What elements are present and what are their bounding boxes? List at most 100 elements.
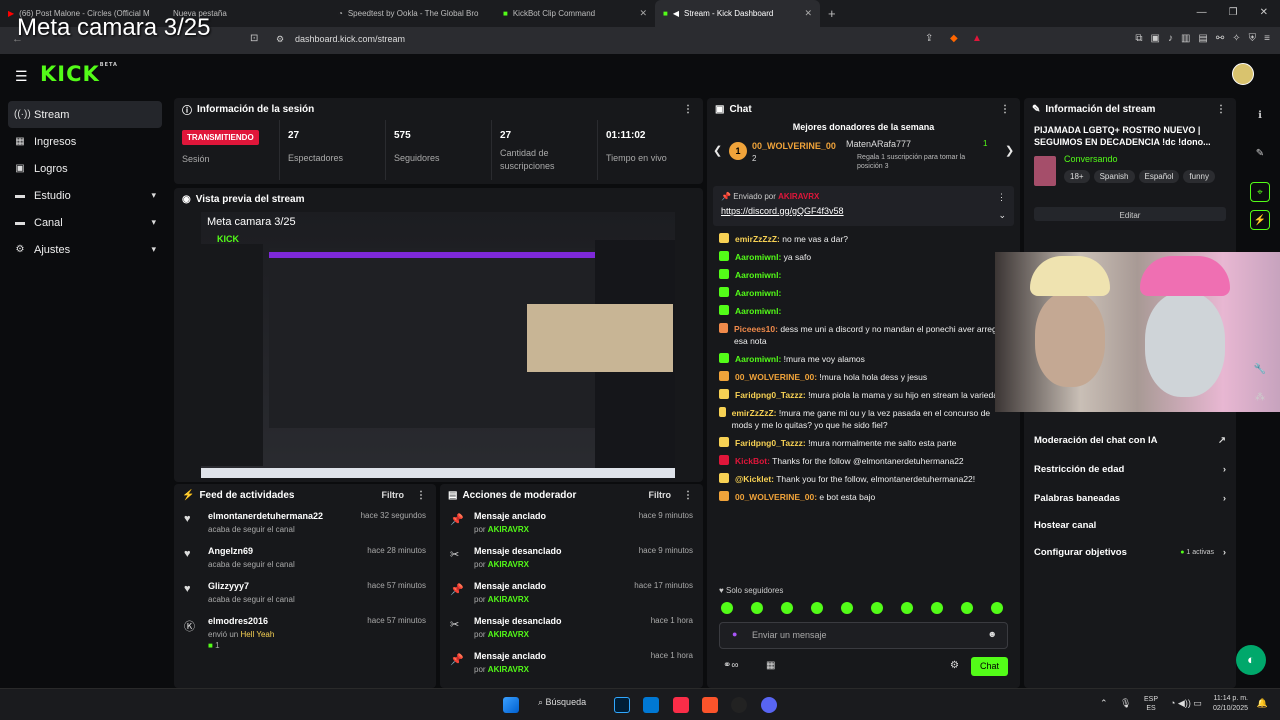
share-node-icon[interactable]: ⁂: [1250, 388, 1270, 408]
help-chat-icon[interactable]: ◐: [1236, 645, 1266, 675]
sidebar-icon[interactable]: ▥: [1181, 33, 1190, 44]
sidebar-item-stream[interactable]: ((·)) Stream: [8, 101, 162, 128]
chat-username[interactable]: emirZzZzZ:: [732, 408, 777, 418]
chat-username[interactable]: 00_WOLVERINE_00:: [735, 372, 817, 382]
brave-icon[interactable]: [702, 697, 718, 713]
screenshot-icon[interactable]: ▣: [1151, 33, 1160, 44]
brave-shield-icon[interactable]: ◆: [950, 33, 958, 44]
menu-icon[interactable]: ≡: [1264, 33, 1270, 44]
info-icon[interactable]: ℹ: [1250, 106, 1270, 126]
sidebar-item-logros[interactable]: ▣ Logros: [0, 155, 170, 182]
sidebar-item-canal[interactable]: ▬ Canal ▾: [0, 209, 170, 236]
minimize-icon[interactable]: —: [1197, 7, 1207, 18]
sidebar-item-estudio[interactable]: ▬ Estudio ▾: [0, 182, 170, 209]
url-field[interactable]: dashboard.kick.com/stream: [295, 34, 405, 44]
obs-icon[interactable]: [731, 697, 747, 713]
tab-speedtest[interactable]: ◔ Speedtest by Ookla - The Global Bro: [330, 0, 495, 27]
wifi-icon[interactable]: ◔ ◀)) ▭: [1170, 698, 1202, 709]
discord-icon[interactable]: [761, 697, 777, 713]
sync-icon[interactable]: ⚯: [1216, 33, 1224, 44]
edit-button[interactable]: Editar: [1034, 207, 1226, 221]
age-restriction-item[interactable]: Restricción de edad ›: [1024, 455, 1236, 484]
wallet-icon[interactable]: ▤: [1198, 33, 1207, 44]
notification-icon[interactable]: 🔔: [1257, 698, 1268, 709]
puzzle-icon[interactable]: ⧉: [1135, 33, 1142, 44]
emote-icon[interactable]: [901, 602, 913, 614]
language-indicator[interactable]: ESP ES: [1144, 695, 1158, 713]
store-icon[interactable]: ▦: [766, 660, 775, 671]
hamburger-icon[interactable]: ☰: [15, 68, 28, 85]
chevron-down-icon[interactable]: ⌄: [998, 210, 1006, 221]
more-icon[interactable]: ⋮: [683, 104, 693, 115]
wrench-icon[interactable]: 🔧: [1250, 360, 1270, 380]
lightning-icon[interactable]: ⚡: [1250, 210, 1270, 230]
taskbar-search[interactable]: ⌕ Búsqueda: [538, 697, 586, 708]
tab-kick-dashboard[interactable]: ■ ◀ Stream - Kick Dashboard ✕: [655, 0, 820, 27]
gear-icon[interactable]: ⚙: [950, 660, 959, 671]
sidebar-item-ingresos[interactable]: ▦ Ingresos: [0, 128, 170, 155]
windows-start-icon[interactable]: [503, 697, 519, 713]
filter-button[interactable]: Filtro: [649, 490, 672, 500]
category-name[interactable]: Conversando: [1064, 154, 1236, 164]
emote-icon[interactable]: [991, 602, 1003, 614]
chat-username[interactable]: Aaromiwnl:: [735, 306, 781, 316]
chat-input[interactable]: ● Enviar un mensaje ☻: [719, 622, 1008, 649]
mic-icon[interactable]: ●: [732, 629, 737, 639]
clock[interactable]: 11:14 p. m. 02/10/2025: [1213, 694, 1248, 714]
chat-username[interactable]: Faridpng0_Tazzz:: [735, 438, 806, 448]
chat-username[interactable]: Aaromiwnl:: [735, 354, 781, 364]
pinned-link[interactable]: https://discord.gg/gQGF4f3v58: [721, 206, 1006, 216]
donor-2-name[interactable]: MatenARafa777: [846, 139, 911, 149]
pencil-icon[interactable]: ✎: [1250, 144, 1270, 164]
more-icon[interactable]: ⋮: [683, 490, 693, 501]
banned-words-item[interactable]: Palabras baneadas ›: [1024, 484, 1236, 513]
chat-username[interactable]: Aaromiwnl:: [735, 288, 781, 298]
new-tab-button[interactable]: +: [820, 0, 844, 27]
ai-moderation-item[interactable]: Moderación del chat con IA ↗: [1024, 426, 1236, 455]
emote-icon[interactable]: [721, 602, 733, 614]
sidebar-item-ajustes[interactable]: ⚙ Ajustes ▾: [0, 236, 170, 263]
chat-username[interactable]: emirZzZzZ:: [735, 234, 780, 244]
chevron-up-icon[interactable]: ⌃: [1100, 698, 1108, 709]
bookmark-icon[interactable]: ⊡: [250, 33, 258, 44]
ai-icon[interactable]: ✧: [1232, 33, 1240, 44]
close-window-icon[interactable]: ✕: [1260, 7, 1268, 18]
chat-username[interactable]: Piceees10:: [734, 324, 778, 334]
target-icon[interactable]: ⌖: [1250, 182, 1270, 202]
maximize-icon[interactable]: ❐: [1229, 7, 1238, 18]
chat-username[interactable]: 00_WOLVERINE_00:: [735, 492, 817, 502]
site-info-icon[interactable]: ⚙: [276, 34, 284, 45]
mic-tray-icon[interactable]: 🎙: [1120, 698, 1131, 709]
close-icon[interactable]: ✕: [804, 8, 812, 19]
close-icon[interactable]: ✕: [639, 8, 647, 19]
more-icon[interactable]: ⋮: [416, 490, 426, 501]
tab-kickbot[interactable]: ■ KickBot Clip Command ✕: [495, 0, 655, 27]
share-icon[interactable]: ⇪: [925, 33, 933, 44]
music-app-icon[interactable]: [673, 697, 689, 713]
emote-icon[interactable]: [841, 602, 853, 614]
music-icon[interactable]: ♪: [1168, 33, 1173, 44]
send-chat-button[interactable]: Chat: [971, 657, 1008, 676]
emote-icon[interactable]: [871, 602, 883, 614]
goals-item[interactable]: Configurar objetivos ● 1 activas ›: [1024, 538, 1236, 567]
emote-icon[interactable]: [931, 602, 943, 614]
stream-preview-video[interactable]: Meta camara 3/25 KICK: [201, 212, 675, 478]
vpn-icon[interactable]: ⛨: [1249, 33, 1257, 44]
chevron-left-icon[interactable]: ❮: [713, 144, 722, 157]
emote-icon[interactable]: [781, 602, 793, 614]
emote-icon[interactable]: [811, 602, 823, 614]
more-icon[interactable]: ⋮: [1000, 104, 1010, 115]
more-icon[interactable]: ⋮: [997, 192, 1006, 203]
brave-rewards-icon[interactable]: ▲: [972, 33, 982, 44]
store-icon[interactable]: [643, 697, 659, 713]
users-icon[interactable]: ⚭∞: [723, 660, 739, 671]
donor-1-name[interactable]: 00_WOLVERINE_00: [752, 141, 836, 151]
more-icon[interactable]: ⋮: [1216, 104, 1226, 115]
filter-button[interactable]: Filtro: [382, 490, 405, 500]
chat-username[interactable]: Aaromiwnl:: [735, 252, 781, 262]
emoji-icon[interactable]: ☻: [988, 629, 997, 639]
photoshop-icon[interactable]: [614, 697, 630, 713]
host-channel-item[interactable]: Hostear canal: [1024, 513, 1236, 538]
chat-username[interactable]: Aaromiwnl:: [735, 270, 781, 280]
emote-icon[interactable]: [751, 602, 763, 614]
